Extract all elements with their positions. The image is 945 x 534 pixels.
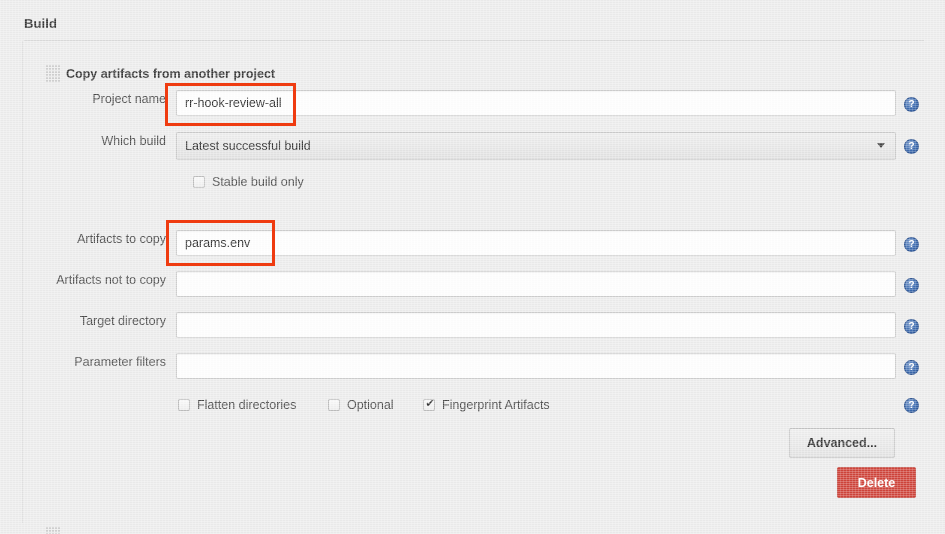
optional-checkbox-row[interactable]: Optional <box>328 398 394 412</box>
help-question-icon[interactable]: ? <box>904 360 919 375</box>
stable-build-only-checkbox-row[interactable]: Stable build only <box>193 175 304 189</box>
stable-build-only-label: Stable build only <box>212 175 304 189</box>
page-title: Build <box>24 16 57 31</box>
which-build-label: Which build <box>101 134 166 148</box>
advanced-button[interactable]: Advanced... <box>789 428 895 458</box>
artifacts-to-copy-label: Artifacts to copy <box>77 232 166 246</box>
help-question-icon[interactable]: ? <box>904 319 919 334</box>
target-directory-label: Target directory <box>79 314 166 328</box>
drag-grip-icon[interactable] <box>46 527 61 534</box>
flatten-directories-label: Flatten directories <box>197 398 297 412</box>
help-question-icon[interactable]: ? <box>904 398 919 413</box>
fingerprint-artifacts-label: Fingerprint Artifacts <box>442 398 550 412</box>
drag-grip-icon[interactable] <box>46 65 61 82</box>
project-name-input[interactable] <box>176 90 896 116</box>
target-directory-input[interactable] <box>176 312 896 338</box>
optional-label: Optional <box>347 398 394 412</box>
artifacts-not-to-copy-input[interactable] <box>176 271 896 297</box>
help-question-icon[interactable]: ? <box>904 237 919 252</box>
build-config-page: Build Copy artifacts from another projec… <box>0 0 945 534</box>
help-question-icon[interactable]: ? <box>904 97 919 112</box>
help-question-icon[interactable]: ? <box>904 278 919 293</box>
chevron-down-icon <box>877 143 885 148</box>
help-question-icon[interactable]: ? <box>904 139 919 154</box>
which-build-select[interactable]: Latest successful build <box>176 132 896 160</box>
project-name-label: Project name <box>92 92 166 106</box>
fingerprint-artifacts-checkbox[interactable] <box>423 397 436 411</box>
parameter-filters-input[interactable] <box>176 353 896 379</box>
stable-build-only-checkbox[interactable] <box>193 176 205 188</box>
parameter-filters-label: Parameter filters <box>74 355 166 369</box>
flatten-directories-checkbox[interactable] <box>178 399 190 411</box>
artifacts-not-to-copy-label: Artifacts not to copy <box>56 273 166 287</box>
fingerprint-artifacts-checkbox-row[interactable]: Fingerprint Artifacts <box>423 397 550 412</box>
flatten-directories-checkbox-row[interactable]: Flatten directories <box>178 398 296 412</box>
optional-checkbox[interactable] <box>328 399 340 411</box>
which-build-selected-value: Latest successful build <box>185 139 311 153</box>
build-step-title: Copy artifacts from another project <box>66 67 276 81</box>
delete-button[interactable]: Delete <box>837 467 916 498</box>
artifacts-to-copy-input[interactable] <box>176 230 896 256</box>
